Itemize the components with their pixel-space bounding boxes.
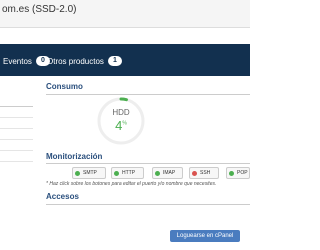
table-row: [0, 151, 33, 162]
accesos-title: Accesos: [46, 192, 79, 201]
status-dot-icon: [229, 170, 234, 176]
hdd-gauge-value: 4%: [96, 118, 146, 133]
status-dot-icon: [75, 170, 80, 176]
monitor-http-button[interactable]: HTTP: [111, 167, 144, 179]
status-dot-icon: [192, 170, 197, 176]
account-host: om.es (SSD-2.0): [2, 4, 77, 15]
status-dot-icon: [114, 170, 119, 176]
monitor-smtp-label: SMTP: [83, 170, 97, 176]
hdd-gauge: HDD 4%: [96, 96, 146, 146]
hdd-gauge-unit: %: [122, 120, 127, 127]
monitor-imap-label: IMAP: [163, 170, 176, 176]
monitor-imap-button[interactable]: IMAP: [152, 167, 183, 179]
nav-otros-productos-count: 1: [107, 56, 122, 66]
left-info-table: [0, 106, 33, 162]
monitorizacion-divider: [46, 163, 250, 164]
monitor-ssh-label: SSH: [200, 170, 211, 176]
consumo-title: Consumo: [46, 82, 83, 91]
nav-eventos-label: Eventos: [3, 56, 32, 66]
monitor-smtp-button[interactable]: SMTP: [72, 167, 106, 179]
hdd-gauge-label: HDD: [112, 108, 130, 117]
table-row: [0, 140, 33, 151]
monitor-help-note: * Haz click sobre los botones para edita…: [46, 181, 217, 187]
monitor-pop-button[interactable]: POP: [226, 167, 250, 179]
accesos-divider: [46, 204, 250, 205]
status-dot-icon: [155, 170, 160, 176]
cpanel-login-button[interactable]: Loguearse en cPanel: [170, 230, 240, 242]
table-row: [0, 106, 33, 118]
monitorizacion-title: Monitorización: [46, 152, 103, 161]
table-row: [0, 129, 33, 140]
monitor-pop-label: POP: [237, 170, 248, 176]
nav-otros-productos-label: Otros productos: [47, 56, 104, 66]
monitor-http-label: HTTP: [122, 170, 136, 176]
monitor-ssh-button[interactable]: SSH: [189, 167, 219, 179]
consumo-divider: [46, 94, 250, 95]
table-row: [0, 118, 33, 129]
main-navbar: Eventos 0 Otros productos 1: [0, 44, 250, 76]
top-bar: om.es (SSD-2.0): [0, 0, 250, 28]
nav-otros-productos[interactable]: Otros productos 1: [47, 54, 122, 68]
nav-eventos[interactable]: Eventos 0: [3, 54, 50, 68]
